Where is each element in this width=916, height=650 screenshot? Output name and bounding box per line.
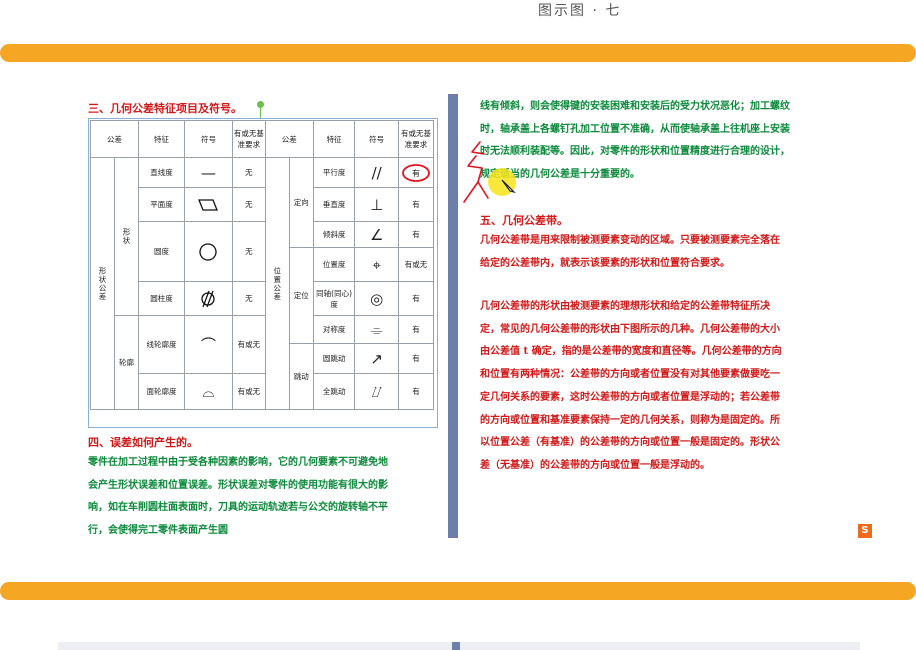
header-feature-right: 特征 (312, 120, 356, 158)
datum-perpendicularity: 有 (398, 187, 434, 222)
feature-straightness: 直线度 (138, 157, 185, 188)
header-symbol-right: 符号 (354, 120, 400, 158)
flatness-symbol-icon (183, 187, 234, 222)
datum-parallelism-text: 有 (412, 168, 420, 178)
feature-cylindricity: 圆柱度 (138, 281, 185, 316)
feature-symmetry: 对称度 (312, 315, 356, 344)
subgroup-shape: 形状 (114, 157, 140, 316)
feature-parallelism: 平行度 (312, 157, 356, 188)
feature-flatness: 平面度 (138, 187, 185, 222)
header-feature-left: 特征 (138, 120, 185, 158)
subgroup-orientation: 定向 (288, 157, 314, 248)
line-profile-symbol-icon: ⌒ (183, 315, 234, 374)
left-page: 三、几何公差特征项目及符号。 公差 特征 符号 有或无基准要求 公差 特征 符号… (58, 94, 448, 538)
cylindricity-symbol-icon (183, 281, 234, 316)
app-logo-icon: S (858, 524, 872, 538)
datum-concentricity: 有 (398, 281, 434, 316)
datum-surface-profile: 有或无 (232, 373, 266, 410)
feature-surface-profile: 面轮廓度 (138, 373, 185, 410)
symmetry-symbol-icon: ⌯ (354, 315, 400, 344)
right-page: 线有倾斜，则会使得键的安装困难和安装后的受力状况恶化；加工螺纹时，轴承盖上各螺钉… (458, 94, 872, 538)
roundness-symbol-icon (183, 221, 234, 282)
section5-title: 五、几何公差带。 (480, 214, 568, 227)
datum-circular-runout: 有 (398, 343, 434, 374)
group-position-tolerance: 位置公差 (264, 157, 290, 410)
right-para-3: 几何公差带的形状由被测要素的理想形状和给定的公差带特征所决定，常见的几何公差带的… (480, 301, 782, 471)
page-gutter (448, 94, 458, 538)
right-para-1: 线有倾斜，则会使得键的安装困难和安装后的受力状况恶化；加工螺纹时，轴承盖上各螺钉… (480, 101, 790, 181)
datum-flatness: 无 (232, 187, 266, 222)
header-datum-left: 有或无基准要求 (232, 120, 266, 158)
feature-angularity: 倾斜度 (312, 221, 356, 248)
header-tolerance-right: 公差 (264, 120, 314, 158)
section4-title: 四、误差如何产生的。 (88, 436, 198, 449)
position-symbol-icon: ⌖ (354, 247, 400, 282)
right-para-2: 几何公差带是用来限制被测要素变动的区域。只要被测要素完全落在给定的公差带内，就表… (480, 235, 780, 269)
red-circle-annotation-icon: 有 (402, 163, 430, 182)
next-document-gutter (452, 642, 460, 650)
datum-cylindricity: 无 (232, 281, 266, 316)
top-text-fragment: 图示图 · 七 (538, 3, 622, 19)
rotate-handle[interactable] (257, 101, 264, 108)
section3-title: 三、几何公差特征项目及符号。 (88, 102, 242, 115)
circular-runout-symbol-icon: ↗ (354, 343, 400, 374)
angularity-symbol-icon: ∠ (354, 221, 400, 248)
total-runout-symbol-icon: ⌰ (354, 373, 400, 410)
datum-parallelism: 有 (398, 157, 434, 188)
datum-angularity: 有 (398, 221, 434, 248)
header-datum-right: 有或无基准要求 (398, 120, 434, 158)
datum-symmetry: 有 (398, 315, 434, 344)
pen-cursor-icon (501, 179, 516, 194)
subgroup-runout: 跳动 (288, 343, 314, 410)
datum-position: 有或无 (398, 247, 434, 282)
tolerance-spec-table[interactable]: 公差 特征 符号 有或无基准要求 公差 特征 符号 有或无基准要求 形状公差 形… (89, 120, 434, 410)
feature-roundness: 圆度 (138, 221, 185, 282)
orange-divider-bottom (0, 582, 916, 600)
subgroup-profile: 轮廓 (114, 315, 140, 410)
feature-position: 位置度 (312, 247, 356, 282)
section4-body: 零件在加工过程中由于受各种因素的影响，它的几何要素不可避免地会产生形状误差和位置… (88, 457, 388, 537)
datum-line-profile: 有或无 (232, 315, 266, 374)
datum-straightness: 无 (232, 157, 266, 188)
feature-circular-runout: 圆跳动 (312, 343, 356, 374)
surface-profile-symbol-icon: ⌓ (183, 373, 234, 410)
concentricity-symbol-icon: ◎ (354, 281, 400, 316)
group-form-tolerance: 形状公差 (89, 157, 116, 410)
subgroup-location: 定位 (288, 247, 314, 344)
perpendicularity-symbol-icon: ⊥ (354, 187, 400, 222)
header-symbol-left: 符号 (183, 120, 234, 158)
feature-total-runout: 全跳动 (312, 373, 356, 410)
header-tolerance-left: 公差 (89, 120, 140, 158)
datum-roundness: 无 (232, 221, 266, 282)
datum-total-runout: 有 (398, 373, 434, 410)
feature-concentricity: 同轴(同心)度 (312, 281, 356, 316)
orange-divider-top (0, 44, 916, 62)
feature-line-profile: 线轮廓度 (138, 315, 185, 374)
feature-perpendicularity: 垂直度 (312, 187, 356, 222)
straightness-symbol-icon: — (183, 157, 234, 188)
parallelism-symbol-icon: // (354, 157, 400, 188)
rotate-handle-stem (260, 108, 261, 118)
